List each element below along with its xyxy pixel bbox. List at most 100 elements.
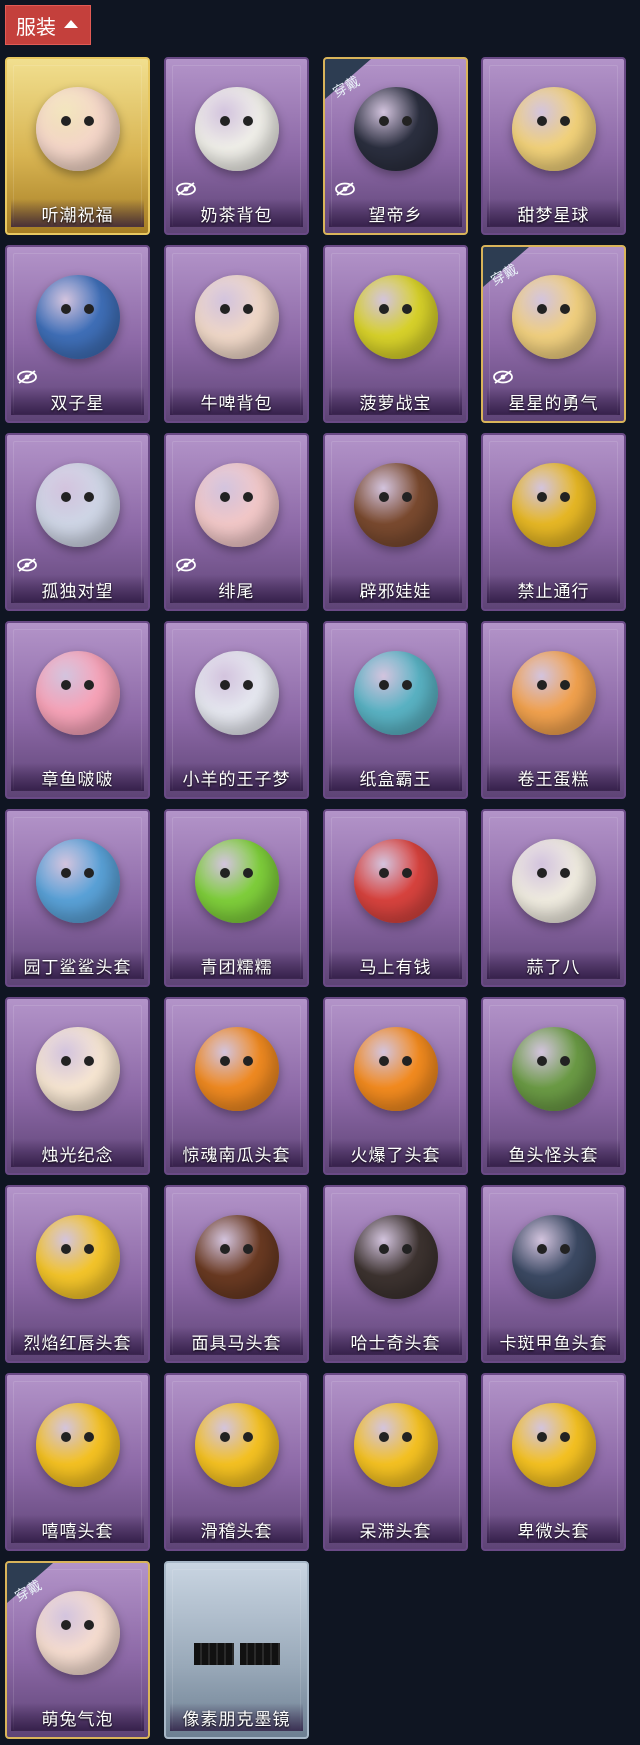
item-card[interactable]: 哈士奇头套 (323, 1185, 468, 1363)
item-card[interactable]: 惊魂南瓜头套 (164, 997, 309, 1175)
item-thumbnail (353, 651, 438, 735)
item-name: 牛啤背包 (170, 387, 303, 415)
item-card[interactable]: 卡斑甲鱼头套 (481, 1185, 626, 1363)
item-name: 听潮祝福 (11, 199, 144, 227)
item-card[interactable]: 卷王蛋糕 (481, 621, 626, 799)
item-thumbnail (194, 651, 279, 735)
item-thumbnail (353, 275, 438, 359)
item-thumbnail (194, 275, 279, 359)
hidden-eye-icon[interactable] (335, 181, 355, 196)
item-card[interactable]: 辟邪娃娃 (323, 433, 468, 611)
item-thumbnail (353, 839, 438, 923)
worn-badge: 穿戴 (325, 59, 385, 103)
item-name: 章鱼啵啵 (11, 763, 144, 791)
item-thumbnail (511, 1027, 596, 1111)
item-name: 马上有钱 (329, 951, 462, 979)
item-thumbnail (35, 87, 120, 171)
item-thumbnail (35, 275, 120, 359)
item-name: 双子星 (11, 387, 144, 415)
item-card[interactable]: 奶茶背包 (164, 57, 309, 235)
item-card[interactable]: 孤独对望 (5, 433, 150, 611)
item-card[interactable]: 蒜了八 (481, 809, 626, 987)
item-card[interactable]: 鱼头怪头套 (481, 997, 626, 1175)
hidden-eye-icon[interactable] (493, 369, 513, 384)
item-card[interactable]: 穿戴萌兔气泡 (5, 1561, 150, 1739)
item-thumbnail (194, 87, 279, 171)
worn-badge: 穿戴 (483, 247, 543, 291)
sunglasses-icon (192, 1643, 282, 1667)
item-thumbnail (194, 1215, 279, 1299)
item-thumbnail (194, 1027, 279, 1111)
item-name: 烈焰红唇头套 (11, 1327, 144, 1355)
item-card[interactable]: 双子星 (5, 245, 150, 423)
item-card[interactable]: 穿戴星星的勇气 (481, 245, 626, 423)
item-name: 望帝乡 (329, 199, 462, 227)
item-card[interactable]: 呆滞头套 (323, 1373, 468, 1551)
item-card[interactable]: 章鱼啵啵 (5, 621, 150, 799)
item-name: 鱼头怪头套 (487, 1139, 620, 1167)
item-thumbnail (511, 463, 596, 547)
item-thumbnail (35, 1027, 120, 1111)
item-name: 面具马头套 (170, 1327, 303, 1355)
item-card[interactable]: 听潮祝福 (5, 57, 150, 235)
item-name: 辟邪娃娃 (329, 575, 462, 603)
hidden-eye-icon[interactable] (17, 557, 37, 572)
item-name: 菠萝战宝 (329, 387, 462, 415)
item-card[interactable]: 穿戴望帝乡 (323, 57, 468, 235)
item-card[interactable]: 火爆了头套 (323, 997, 468, 1175)
hidden-eye-icon[interactable] (176, 557, 196, 572)
item-name: 像素朋克墨镜 (170, 1703, 303, 1731)
item-name: 绯尾 (170, 575, 303, 603)
hidden-eye-icon[interactable] (176, 181, 196, 196)
item-card[interactable]: 烛光纪念 (5, 997, 150, 1175)
item-name: 卑微头套 (487, 1515, 620, 1543)
item-card[interactable]: 青团糯糯 (164, 809, 309, 987)
item-card[interactable]: 绯尾 (164, 433, 309, 611)
item-card[interactable]: 菠萝战宝 (323, 245, 468, 423)
item-name: 园丁鲨鲨头套 (11, 951, 144, 979)
costume-tab[interactable]: 服装 (5, 5, 91, 45)
item-card[interactable]: 牛啤背包 (164, 245, 309, 423)
chevron-up-icon[interactable] (64, 20, 78, 28)
header: 服装 (5, 5, 91, 45)
item-name: 烛光纪念 (11, 1139, 144, 1167)
item-card[interactable]: 禁止通行 (481, 433, 626, 611)
item-card[interactable]: 卑微头套 (481, 1373, 626, 1551)
item-card[interactable]: 烈焰红唇头套 (5, 1185, 150, 1363)
item-name: 火爆了头套 (329, 1139, 462, 1167)
item-name: 禁止通行 (487, 575, 620, 603)
item-thumbnail (511, 1215, 596, 1299)
item-card[interactable]: 嘻嘻头套 (5, 1373, 150, 1551)
item-name: 惊魂南瓜头套 (170, 1139, 303, 1167)
item-thumbnail (194, 1403, 279, 1487)
item-card[interactable]: 面具马头套 (164, 1185, 309, 1363)
item-card[interactable]: 纸盒霸王 (323, 621, 468, 799)
item-thumbnail (353, 1215, 438, 1299)
costume-tab-label: 服装 (16, 14, 56, 39)
item-card[interactable]: 小羊的王子梦 (164, 621, 309, 799)
item-thumbnail (35, 463, 120, 547)
item-name: 卡斑甲鱼头套 (487, 1327, 620, 1355)
hidden-eye-icon[interactable] (17, 369, 37, 384)
item-thumbnail (35, 1403, 120, 1487)
item-thumbnail (35, 839, 120, 923)
item-card[interactable]: 园丁鲨鲨头套 (5, 809, 150, 987)
item-name: 卷王蛋糕 (487, 763, 620, 791)
item-card[interactable]: 甜梦星球 (481, 57, 626, 235)
item-name: 嘻嘻头套 (11, 1515, 144, 1543)
item-thumbnail (353, 1027, 438, 1111)
item-thumbnail (353, 1403, 438, 1487)
item-name: 奶茶背包 (170, 199, 303, 227)
item-thumbnail (511, 87, 596, 171)
item-name: 孤独对望 (11, 575, 144, 603)
item-name: 萌兔气泡 (11, 1703, 144, 1731)
item-card[interactable]: 马上有钱 (323, 809, 468, 987)
item-card[interactable]: 像素朋克墨镜 (164, 1561, 309, 1739)
item-thumbnail (35, 651, 120, 735)
item-thumbnail (35, 1215, 120, 1299)
item-name: 星星的勇气 (487, 387, 620, 415)
worn-badge: 穿戴 (7, 1563, 67, 1607)
item-thumbnail (194, 839, 279, 923)
item-card[interactable]: 滑稽头套 (164, 1373, 309, 1551)
item-name: 甜梦星球 (487, 199, 620, 227)
